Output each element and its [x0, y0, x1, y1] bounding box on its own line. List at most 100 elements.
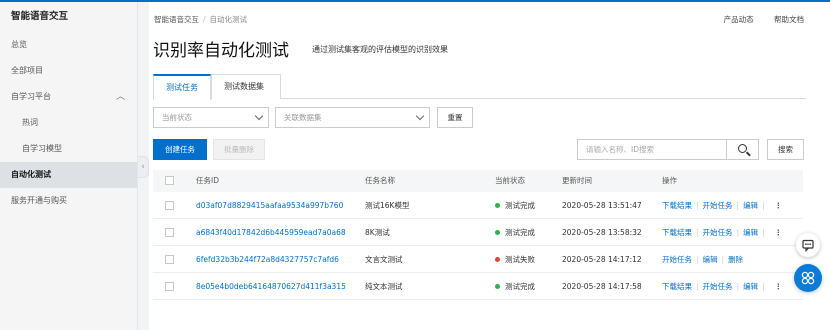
dataset-filter-select[interactable]: 关联数据集	[275, 107, 430, 128]
task-name: 测试16K模型	[365, 201, 410, 210]
op-start-task[interactable]: 开始任务	[703, 273, 733, 300]
header-links: 产品动态 帮助文档	[706, 14, 804, 25]
search-input[interactable]: 请输入名称、ID搜索	[577, 139, 727, 160]
batch-delete-button[interactable]: 批量删除	[213, 139, 265, 160]
help-docs-link[interactable]: 帮助文档	[774, 15, 804, 24]
task-id-link[interactable]: 6fefd32b3b244f72a8d4327757c7afd6	[196, 246, 339, 273]
op-divider: |	[736, 228, 740, 237]
chevron-down-icon	[254, 111, 264, 121]
op-divider: |	[762, 228, 765, 237]
breadcrumb-current: 自动化测试	[209, 15, 248, 24]
sidebar-item-hotwords[interactable]: 热词	[0, 110, 137, 136]
chevron-up-icon[interactable]: ︿	[116, 84, 125, 110]
create-task-button[interactable]: 创建任务	[153, 139, 207, 160]
tab-bar: 测试任务 测试数据集	[153, 74, 806, 100]
update-time: 2020-05-28 13:58:32	[562, 228, 642, 237]
sidebar-item-self-learning[interactable]: 自学习平台 ︿	[0, 84, 137, 110]
header-name: 任务名称	[365, 176, 395, 185]
task-id-link[interactable]: d03af07d8829415aafaa9534a997b760	[196, 192, 343, 219]
op-edit[interactable]: 编辑	[743, 273, 758, 300]
ops-cell: 下载结果 | 开始任务 | 编辑 | ⋮	[662, 273, 782, 300]
task-name: 文言文测试	[365, 255, 403, 264]
product-news-link[interactable]: 产品动态	[724, 15, 754, 24]
op-divider: |	[696, 228, 699, 237]
table-row: 8e05e4b0deb64164870627d411f3a315 纯文本测试 测…	[153, 273, 803, 300]
task-table: 任务ID 任务名称 当前状态 更新时间 操作 d03af07d8829415aa…	[153, 170, 803, 300]
op-divider: |	[762, 282, 765, 291]
breadcrumb-root[interactable]: 智能语音交互	[154, 15, 199, 24]
more-options-icon[interactable]: ⋮	[775, 282, 783, 291]
update-time: 2020-05-28 13:51:47	[562, 201, 642, 210]
status-filter-select[interactable]: 当前状态	[153, 107, 269, 128]
page-description: 通过测试集客观的评估模型的识别效果	[312, 45, 448, 54]
sidebar-item-all-projects[interactable]: 全部项目	[0, 58, 137, 84]
header-id: 任务ID	[196, 176, 219, 185]
update-time: 2020-05-28 14:17:12	[562, 255, 642, 264]
op-start-task[interactable]: 开始任务	[703, 192, 733, 219]
status-filter-placeholder: 当前状态	[162, 113, 192, 122]
op-divider: |	[696, 282, 699, 291]
ops-cell: 开始任务 | 编辑 | 删除	[662, 246, 743, 273]
ops-cell: 下载结果 | 开始任务 | 编辑 | ⋮	[662, 219, 782, 246]
op-divider: |	[696, 255, 699, 264]
sidebar-item-service-purchase[interactable]: 服务开通与购买	[0, 188, 137, 214]
chat-icon	[802, 239, 814, 252]
row-checkbox[interactable]	[165, 255, 174, 264]
status-cell: 测试完成	[495, 219, 535, 246]
sidebar-collapse-handle[interactable]: ‹	[138, 156, 149, 178]
table-row: 6fefd32b3b244f72a8d4327757c7afd6 文言文测试 测…	[153, 246, 803, 273]
op-start-task[interactable]: 开始任务	[662, 246, 692, 273]
header-status: 当前状态	[495, 176, 525, 185]
status-success-dot	[495, 283, 500, 289]
op-delete[interactable]: 删除	[728, 246, 743, 273]
chat-feedback-button[interactable]	[796, 233, 820, 257]
status-cell: 测试失败	[495, 246, 535, 273]
op-edit[interactable]: 编辑	[743, 219, 758, 246]
op-download-result[interactable]: 下载结果	[662, 192, 692, 219]
status-text: 测试完成	[505, 228, 535, 237]
search-icon-button[interactable]	[727, 139, 759, 160]
sidebar-item-auto-test[interactable]: 自动化测试	[0, 162, 137, 188]
more-options-icon[interactable]: ⋮	[775, 228, 783, 237]
tab-test-tasks[interactable]: 测试任务	[153, 74, 211, 100]
row-checkbox[interactable]	[165, 228, 174, 237]
search-button[interactable]: 搜索	[767, 139, 804, 160]
op-download-result[interactable]: 下载结果	[662, 273, 692, 300]
page-title: 识别率自动化测试	[153, 41, 289, 61]
sidebar-item-self-learning-model[interactable]: 自学习模型	[0, 136, 137, 162]
task-name: 8K测试	[365, 228, 390, 237]
row-checkbox[interactable]	[165, 282, 174, 291]
status-fail-dot	[495, 256, 500, 262]
main-content: 智能语音交互 / 自动化测试 产品动态 帮助文档 识别率自动化测试 通过测试集客观的…	[149, 2, 830, 330]
row-checkbox[interactable]	[165, 201, 174, 210]
app-grid-button[interactable]	[794, 264, 822, 292]
sidebar-item-overview[interactable]: 总览	[0, 32, 137, 58]
status-success-dot	[495, 202, 500, 208]
table-row: a6843f40d17842d6b445959ead7a0a68 8K测试 测试…	[153, 219, 803, 246]
header-time: 更新时间	[562, 176, 592, 185]
status-success-dot	[495, 229, 500, 235]
more-options-icon[interactable]: ⋮	[775, 201, 783, 210]
sidebar: 智能语音交互 总览 全部项目 自学习平台 ︿ 热词 自学习模型 自动化测试 服务…	[0, 2, 138, 330]
select-all-checkbox[interactable]	[165, 176, 174, 185]
sidebar-item-label: 自学习平台	[11, 92, 51, 101]
task-id-link[interactable]: a6843f40d17842d6b445959ead7a0a68	[196, 219, 346, 246]
status-cell: 测试完成	[495, 192, 535, 219]
breadcrumb-separator: /	[203, 15, 206, 24]
op-download-result[interactable]: 下载结果	[662, 219, 692, 246]
reset-button[interactable]: 重置	[437, 107, 473, 128]
task-id-link[interactable]: 8e05e4b0deb64164870627d411f3a315	[196, 273, 346, 300]
update-time: 2020-05-28 14:17:58	[562, 282, 642, 291]
op-start-task[interactable]: 开始任务	[703, 219, 733, 246]
op-edit[interactable]: 编辑	[703, 246, 718, 273]
op-edit[interactable]: 编辑	[743, 192, 758, 219]
tab-test-datasets[interactable]: 测试数据集	[211, 74, 281, 99]
status-text: 测试完成	[505, 282, 535, 291]
search-icon-handle	[746, 151, 751, 157]
op-divider: |	[721, 255, 725, 264]
table-header: 任务ID 任务名称 当前状态 更新时间 操作	[153, 170, 803, 192]
ops-cell: 下载结果 | 开始任务 | 编辑 | ⋮	[662, 192, 782, 219]
task-name: 纯文本测试	[365, 282, 403, 291]
op-divider: |	[736, 201, 740, 210]
table-row: d03af07d8829415aafaa9534a997b760 测试16K模型…	[153, 192, 803, 219]
